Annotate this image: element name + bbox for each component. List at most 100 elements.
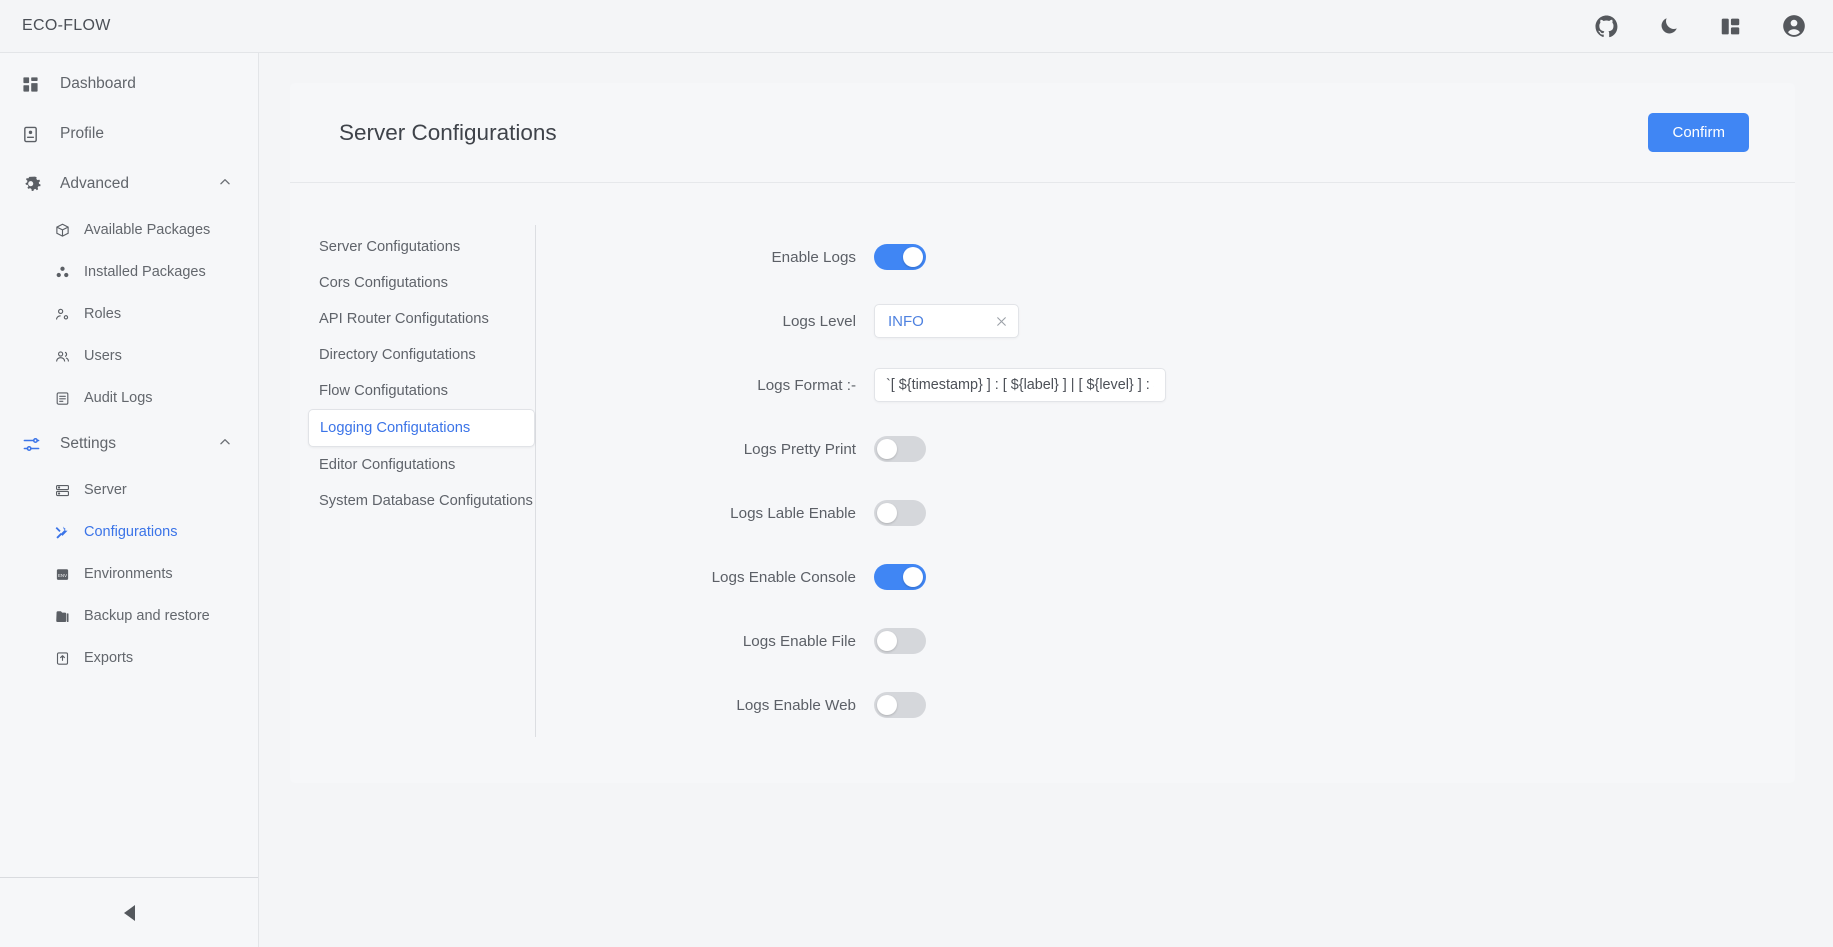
tab-editor-configurations[interactable]: Editor Configutations	[308, 447, 535, 483]
enable-logs-toggle[interactable]	[874, 244, 926, 270]
tab-label: Editor Configutations	[319, 457, 456, 473]
sidebar-item-label: Server	[84, 482, 127, 498]
profile-card-icon	[22, 126, 44, 143]
field-logs-enable-web: Logs Enable Web	[660, 673, 1795, 737]
sidebar-group-settings[interactable]: Settings	[0, 419, 258, 469]
close-x-icon[interactable]	[995, 315, 1008, 328]
sidebar-item-label: Environments	[84, 566, 173, 582]
field-label: Logs Level	[782, 312, 856, 330]
sidebar-item-dashboard[interactable]: Dashboard	[0, 59, 258, 109]
tab-label: Cors Configutations	[319, 275, 448, 291]
sidebar-item-roles[interactable]: Roles	[0, 293, 258, 335]
sidebar-item-profile[interactable]: Profile	[0, 109, 258, 159]
svg-text:ENV: ENV	[58, 573, 67, 578]
field-logs-enable-file: Logs Enable File	[660, 609, 1795, 673]
tab-logging-configurations[interactable]: Logging Configutations	[308, 409, 535, 447]
backup-icon	[55, 609, 73, 624]
toggle-knob	[877, 695, 897, 715]
toggle-knob	[877, 439, 897, 459]
sidebar-item-environments[interactable]: ENV Environments	[0, 553, 258, 595]
tab-flow-configurations[interactable]: Flow Configutations	[308, 373, 535, 409]
sliders-icon	[22, 435, 44, 454]
sidebar-item-exports[interactable]: Exports	[0, 637, 258, 679]
packages-icon	[55, 265, 73, 280]
github-icon[interactable]	[1595, 14, 1618, 38]
toggle-knob	[903, 247, 923, 267]
server-icon	[55, 483, 73, 498]
top-bar: ECO-FLOW	[0, 0, 1833, 53]
field-label: Logs Lable Enable	[730, 504, 856, 522]
field-label: Logs Enable File	[742, 632, 856, 650]
tab-label: Directory Configutations	[319, 347, 476, 363]
confirm-button[interactable]: Confirm	[1648, 113, 1749, 152]
chevron-up-icon[interactable]	[218, 175, 232, 194]
tab-api-router-configurations[interactable]: API Router Configutations	[308, 301, 535, 337]
account-icon[interactable]	[1781, 13, 1807, 39]
sidebar-item-installed-packages[interactable]: Installed Packages	[0, 251, 258, 293]
tab-server-configurations[interactable]: Server Configutations	[308, 229, 535, 265]
sidebar-item-label: Profile	[60, 125, 104, 142]
field-logs-pretty-print: Logs Pretty Print	[660, 417, 1795, 481]
config-tab-list: Server Configutations Cors Configutation…	[308, 225, 536, 737]
field-logs-enable-console: Logs Enable Console	[660, 545, 1795, 609]
chevron-up-icon[interactable]	[218, 435, 232, 454]
tab-label: Server Configutations	[319, 239, 461, 255]
sidebar-item-label: Configurations	[84, 524, 178, 540]
sidebar: Dashboard Profile Advanced Available Pac…	[0, 53, 259, 947]
logs-pretty-print-toggle[interactable]	[874, 436, 926, 462]
tab-label: API Router Configutations	[319, 311, 489, 327]
sidebar-group-advanced[interactable]: Advanced	[0, 159, 258, 209]
tab-label: Logging Configutations	[320, 420, 471, 436]
sidebar-item-backup-and-restore[interactable]: Backup and restore	[0, 595, 258, 637]
collapse-left-triangle-icon[interactable]	[121, 903, 139, 923]
field-label: Logs Enable Web	[736, 696, 856, 714]
sidebar-item-server[interactable]: Server	[0, 469, 258, 511]
sidebar-item-label: Users	[84, 348, 122, 364]
layout-icon[interactable]	[1720, 16, 1741, 37]
logs-level-select[interactable]: INFO	[874, 304, 1019, 338]
tools-icon	[55, 525, 73, 540]
sidebar-item-label: Dashboard	[60, 75, 136, 92]
sidebar-item-available-packages[interactable]: Available Packages	[0, 209, 258, 251]
sidebar-item-users[interactable]: Users	[0, 335, 258, 377]
topbar-icon-group	[1595, 13, 1807, 39]
field-label: Logs Pretty Print	[743, 440, 856, 458]
sidebar-item-label: Available Packages	[84, 222, 211, 238]
main-content: Server Configurations Confirm Server Con…	[259, 53, 1833, 947]
tab-label: Flow Configutations	[319, 383, 448, 399]
toggle-knob	[877, 631, 897, 651]
field-enable-logs: Enable Logs	[660, 225, 1795, 289]
toggle-knob	[903, 567, 923, 587]
sidebar-item-label: Backup and restore	[84, 608, 210, 624]
advanced-gears-icon	[22, 175, 44, 194]
logs-enable-console-toggle[interactable]	[874, 564, 926, 590]
logs-enable-web-toggle[interactable]	[874, 692, 926, 718]
sidebar-item-label: Roles	[84, 306, 122, 322]
field-logs-format: Logs Format :-	[660, 353, 1795, 417]
logs-format-input[interactable]	[874, 368, 1166, 402]
logs-lable-enable-toggle[interactable]	[874, 500, 926, 526]
field-label: Logs Enable Console	[711, 568, 856, 586]
users-icon	[55, 349, 73, 364]
card-body: Server Configutations Cors Configutation…	[290, 183, 1795, 737]
role-user-icon	[55, 307, 73, 322]
moon-icon[interactable]	[1658, 15, 1680, 37]
logs-level-value: INFO	[888, 312, 924, 330]
sidebar-item-label: Advanced	[60, 175, 129, 192]
sidebar-item-audit-logs[interactable]: Audit Logs	[0, 377, 258, 419]
sidebar-item-configurations[interactable]: Configurations	[0, 511, 258, 553]
export-icon	[55, 651, 73, 666]
tab-directory-configurations[interactable]: Directory Configutations	[308, 337, 535, 373]
tab-system-database-configurations[interactable]: System Database Configutations	[308, 483, 535, 519]
field-logs-level: Logs Level INFO	[660, 289, 1795, 353]
sidebar-nav: Dashboard Profile Advanced Available Pac…	[0, 53, 258, 877]
package-search-icon	[55, 223, 73, 238]
tab-label: System Database Configutations	[319, 493, 533, 509]
sidebar-item-label: Audit Logs	[84, 390, 153, 406]
tab-cors-configurations[interactable]: Cors Configutations	[308, 265, 535, 301]
sidebar-item-label: Installed Packages	[84, 264, 206, 280]
logs-enable-file-toggle[interactable]	[874, 628, 926, 654]
field-label: Enable Logs	[771, 248, 856, 266]
card-header: Server Configurations Confirm	[290, 83, 1795, 183]
page-title: Server Configurations	[339, 119, 557, 145]
